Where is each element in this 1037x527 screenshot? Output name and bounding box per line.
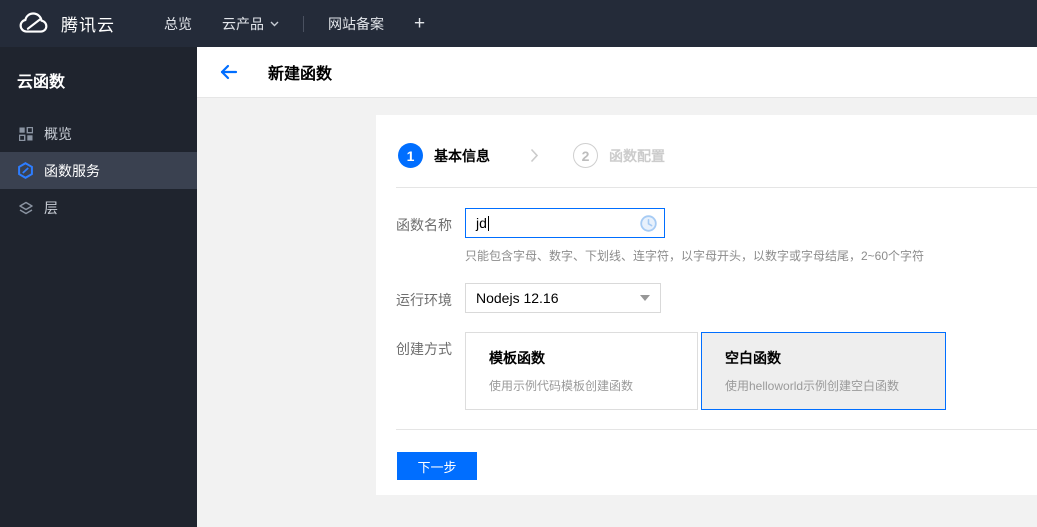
nav-item-overview-label: 总览 [164, 15, 192, 32]
function-name-value: jd [476, 215, 487, 231]
sidebar-item-label: 概览 [44, 125, 72, 142]
step-1-label: 基本信息 [434, 147, 490, 164]
sidebar-item-function-service[interactable]: 函数服务 [0, 152, 197, 189]
runtime-selected-value: Nodejs 12.16 [476, 290, 559, 306]
back-arrow-icon[interactable] [219, 64, 238, 80]
next-step-button[interactable]: 下一步 [397, 452, 477, 480]
step-2-label: 函数配置 [609, 147, 665, 164]
nav-item-cloud-products-label: 云产品 [222, 15, 264, 32]
function-name-input[interactable]: jd [465, 208, 665, 238]
sidebar-menu: 概览 函数服务 层 [0, 115, 197, 226]
step-indicator: 1 基本信息 2 函数配置 [376, 115, 1037, 168]
method-card-title: 模板函数 [489, 350, 545, 366]
nav-item-cloud-products[interactable]: 云产品 [207, 0, 294, 47]
cloud-logo-icon [18, 11, 52, 36]
method-card-desc: 使用示例代码模板创建函数 [489, 379, 634, 393]
tencent-cloud-logo[interactable]: 腾讯云 [18, 11, 115, 36]
scf-hexagon-icon [17, 162, 34, 179]
page: 腾讯云 总览 云产品 网站备案 + 云函数 概览 函数服务 层 新建函数 1 基… [0, 0, 1037, 527]
sidebar-item-label: 函数服务 [44, 162, 100, 179]
page-title: 新建函数 [268, 66, 333, 83]
top-navbar: 腾讯云 总览 云产品 网站备案 + [0, 0, 1037, 47]
page-header: 新建函数 [197, 47, 1037, 98]
create-function-form: 函数名称 jd 只能包含字母、数字、下划线、连字符，以字母开头，以数字或字母结尾… [376, 208, 1037, 410]
layers-icon [17, 199, 34, 216]
grid-icon [17, 125, 34, 142]
chevron-down-icon [270, 21, 279, 27]
method-card-desc: 使用helloworld示例创建空白函数 [725, 379, 900, 393]
top-nav-menu: 总览 云产品 网站备案 + [149, 0, 440, 47]
brand-name: 腾讯云 [61, 16, 115, 35]
function-name-hint: 只能包含字母、数字、下划线、连字符，以字母开头，以数字或字母结尾，2~60个字符 [465, 249, 925, 263]
footer-divider [396, 429, 1037, 430]
nav-item-icp-filing[interactable]: 网站备案 [313, 0, 399, 47]
nav-divider [303, 15, 304, 32]
runtime-select[interactable]: Nodejs 12.16 [465, 283, 661, 313]
step-1-circle: 1 [398, 143, 423, 168]
text-cursor [487, 215, 489, 231]
sidebar-product-title: 云函数 [17, 74, 66, 91]
method-card-template-function[interactable]: 模板函数 使用示例代码模板创建函数 [465, 332, 698, 410]
creation-method-label: 创建方式 [396, 341, 452, 357]
runtime-label: 运行环境 [396, 292, 452, 308]
create-function-card: 1 基本信息 2 函数配置 函数名称 jd 只能包含字母、数字、下划线、连字符，… [376, 115, 1037, 495]
creation-method-options: 模板函数 使用示例代码模板创建函数 空白函数 使用helloworld示例创建空… [465, 332, 946, 410]
method-card-blank-function[interactable]: 空白函数 使用helloworld示例创建空白函数 [701, 332, 946, 410]
sidebar-item-layers[interactable]: 层 [0, 189, 197, 226]
nav-item-icp-filing-label: 网站备案 [328, 15, 384, 32]
chevron-right-icon [530, 148, 539, 163]
sidebar-item-overview[interactable]: 概览 [0, 115, 197, 152]
dropdown-caret-icon [640, 295, 650, 301]
step-2-circle: 2 [573, 143, 598, 168]
clock-pending-icon [640, 214, 657, 232]
section-divider [396, 187, 1037, 188]
add-tab-button[interactable]: + [399, 0, 440, 47]
sidebar: 云函数 概览 函数服务 层 [0, 47, 197, 527]
method-card-title: 空白函数 [725, 350, 781, 366]
nav-item-overview[interactable]: 总览 [149, 0, 207, 47]
function-name-label: 函数名称 [396, 217, 452, 233]
sidebar-item-label: 层 [44, 199, 58, 216]
